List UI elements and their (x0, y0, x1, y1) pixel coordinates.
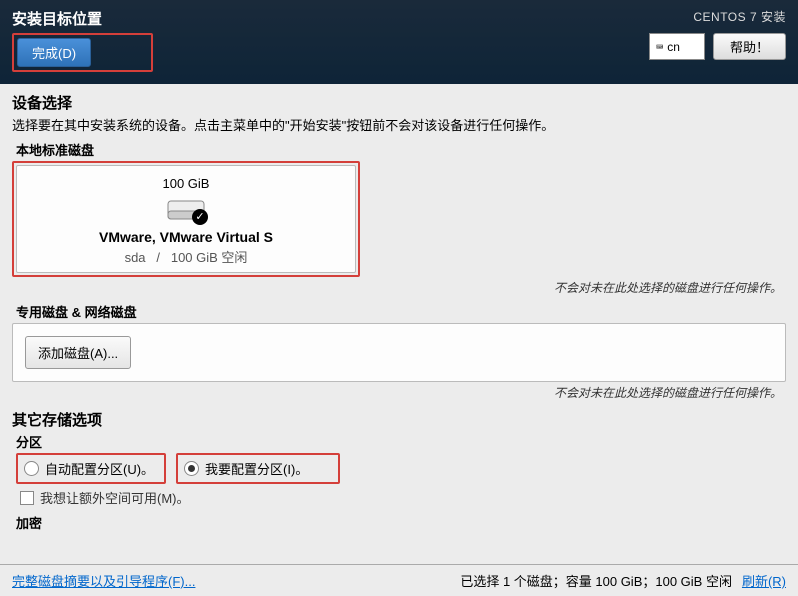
manual-partition-option[interactable]: 我要配置分区(I)。 (176, 453, 340, 484)
local-disks-label: 本地标准磁盘 (16, 140, 786, 159)
auto-partition-option[interactable]: 自动配置分区(U)。 (16, 453, 166, 484)
header-right: CENTOS 7 安装 ⌨ cn 帮助！ (649, 8, 786, 60)
check-icon: ✓ (192, 209, 208, 225)
keyboard-icon: ⌨ (656, 40, 663, 54)
disk-highlight-frame: 100 GiB ✓ VMware, VMware Virtual S sda /… (12, 161, 360, 277)
installer-title: CENTOS 7 安装 (649, 8, 786, 25)
storage-options-heading: 其它存储选项 (12, 409, 786, 430)
partition-radio-row: 自动配置分区(U)。 我要配置分区(I)。 (16, 453, 786, 484)
done-button[interactable]: 完成(D) (17, 38, 91, 67)
radio-icon (184, 461, 199, 476)
content-area: 设备选择 选择要在其中安装系统的设备。点击主菜单中的"开始安装"按钮前不会对该设… (0, 84, 798, 564)
special-disks-note: 不会对未在此处选择的磁盘进行任何操作。 (12, 384, 782, 401)
done-button-highlight: 完成(D) (12, 33, 153, 72)
special-disks-area: 添加磁盘(A)... (12, 323, 786, 382)
special-disks-label: 专用磁盘 & 网络磁盘 (16, 302, 786, 321)
encrypt-label: 加密 (16, 513, 786, 532)
keyboard-layout-selector[interactable]: ⌨ cn (649, 33, 705, 60)
keyboard-layout-label: cn (667, 40, 680, 54)
header-bar: 安装目标位置 完成(D) CENTOS 7 安装 ⌨ cn 帮助！ (0, 0, 798, 84)
disk-device: sda (125, 250, 146, 265)
device-selection-description: 选择要在其中安装系统的设备。点击主菜单中的"开始安装"按钮前不会对该设备进行任何… (12, 115, 786, 134)
add-disk-button[interactable]: 添加磁盘(A)... (25, 336, 131, 369)
footer-bar: 完整磁盘摘要以及引导程序(F)... 已选择 1 个磁盘；容量 100 GiB；… (0, 564, 798, 596)
radio-icon (24, 461, 39, 476)
auto-partition-label: 自动配置分区(U)。 (45, 459, 154, 478)
hard-disk-icon: ✓ (166, 195, 206, 223)
extra-space-option[interactable]: 我想让额外空间可用(M)。 (20, 488, 786, 507)
checkbox-icon (20, 491, 34, 505)
footer-right: 已选择 1 个磁盘；容量 100 GiB；100 GiB 空闲 刷新(R) (460, 571, 786, 590)
refresh-link[interactable]: 刷新(R) (742, 571, 786, 590)
header-left: 安装目标位置 完成(D) (12, 8, 649, 72)
disk-size: 100 GiB (27, 176, 345, 191)
page-title: 安装目标位置 (12, 8, 649, 29)
disk-subline: sda / 100 GiB 空闲 (27, 247, 345, 266)
partition-label: 分区 (16, 432, 786, 451)
extra-space-label: 我想让额外空间可用(M)。 (40, 488, 190, 507)
disk-free: 100 GiB 空闲 (171, 250, 248, 265)
disk-summary-link[interactable]: 完整磁盘摘要以及引导程序(F)... (12, 571, 195, 590)
selection-status: 已选择 1 个磁盘；容量 100 GiB；100 GiB 空闲 (460, 571, 732, 590)
manual-partition-label: 我要配置分区(I)。 (205, 459, 308, 478)
local-disks-note: 不会对未在此处选择的磁盘进行任何操作。 (12, 279, 782, 296)
device-selection-heading: 设备选择 (12, 92, 786, 113)
disk-sep: / (156, 250, 160, 265)
help-button[interactable]: 帮助！ (713, 33, 786, 60)
disk-name: VMware, VMware Virtual S (27, 229, 345, 245)
header-controls: ⌨ cn 帮助！ (649, 33, 786, 60)
disk-card[interactable]: 100 GiB ✓ VMware, VMware Virtual S sda /… (16, 165, 356, 273)
